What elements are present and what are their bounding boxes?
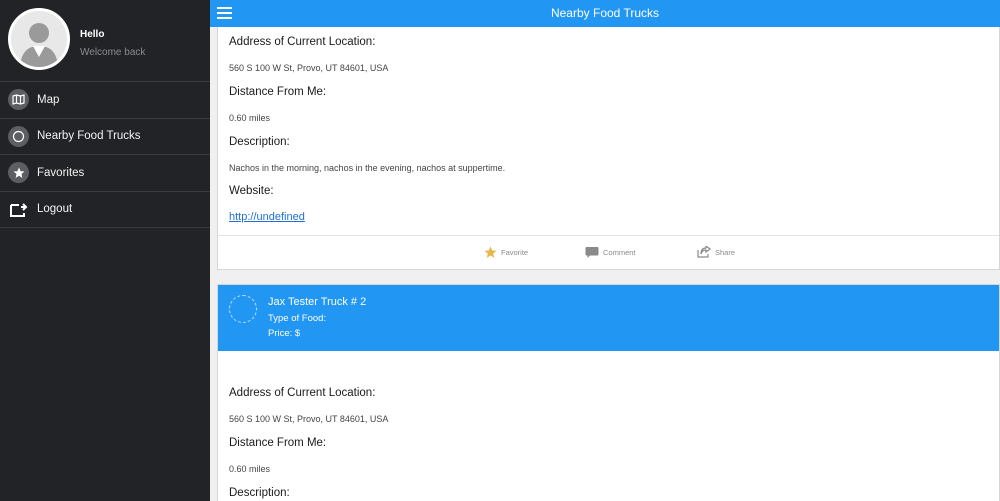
address-label: Address of Current Location: — [229, 387, 376, 399]
truck-card-header[interactable]: Jax Tester Truck # 2 Type of Food: Price… — [218, 285, 999, 351]
description-label: Description: — [229, 487, 290, 499]
sidebar-item-logout[interactable]: Logout — [0, 192, 210, 228]
truck-card: Jax Tester Truck # 2 Type of Food: Price… — [217, 284, 1000, 501]
address-label: Address of Current Location: — [229, 36, 376, 48]
distance-value: 0.60 miles — [229, 464, 271, 474]
distance-label: Distance From Me: — [229, 86, 327, 98]
card-actions: Favorite Comment Share — [218, 235, 999, 270]
distance-label: Distance From Me: — [229, 437, 327, 449]
description-value: Nachos in the morning, nachos in the eve… — [229, 163, 506, 173]
website-link[interactable]: http://undefined — [229, 211, 305, 223]
avatar[interactable] — [8, 8, 70, 70]
comment-button[interactable]: Comment — [585, 246, 636, 259]
website-label: Website: — [229, 185, 274, 197]
sidebar-item-nearby-food-trucks[interactable]: Nearby Food Trucks — [0, 119, 210, 155]
address-value: 560 S 100 W St, Provo, UT 84601, USA — [229, 414, 389, 424]
user-avatar-icon — [11, 11, 67, 67]
truck-price: Price: $ — [268, 328, 301, 339]
food-type: Type of Food: — [268, 313, 327, 324]
sidebar-item-label: Nearby Food Trucks — [37, 130, 141, 143]
share-icon — [697, 246, 711, 258]
page-title: Nearby Food Trucks — [550, 6, 660, 20]
sidebar: Hello Welcome back Map Nearby Food Truck… — [0, 0, 210, 501]
compass-icon — [8, 125, 29, 147]
subgreeting: Welcome back — [80, 47, 146, 58]
description-label: Description: — [229, 136, 290, 148]
truck-avatar — [229, 295, 257, 323]
truck-list[interactable]: Address of Current Location: 560 S 100 W… — [210, 27, 1000, 501]
favorite-label: Favorite — [501, 248, 529, 257]
greeting: Hello — [80, 29, 105, 40]
sidebar-item-favorites[interactable]: Favorites — [0, 155, 210, 192]
truck-card: Address of Current Location: 560 S 100 W… — [217, 27, 1000, 270]
sidebar-item-label: Favorites — [37, 166, 85, 179]
map-icon — [8, 89, 29, 111]
logout-icon — [8, 199, 29, 220]
profile-section: Hello Welcome back — [0, 0, 210, 82]
sidebar-item-label: Map — [37, 93, 60, 106]
comment-icon — [585, 246, 599, 259]
sidebar-item-map[interactable]: Map — [0, 82, 210, 119]
star-icon — [484, 246, 497, 259]
distance-value: 0.60 miles — [229, 113, 271, 123]
share-label: Share — [715, 247, 736, 257]
sidebar-item-label: Logout — [37, 203, 73, 216]
truck-name: Jax Tester Truck # 2 — [268, 296, 367, 308]
favorite-button[interactable]: Favorite — [484, 246, 528, 259]
address-value: 560 S 100 W St, Provo, UT 84601, USA — [229, 63, 389, 73]
share-button[interactable]: Share — [697, 246, 735, 258]
app-header: Nearby Food Trucks — [210, 0, 1000, 27]
star-icon — [8, 162, 29, 184]
comment-label: Comment — [603, 248, 636, 257]
